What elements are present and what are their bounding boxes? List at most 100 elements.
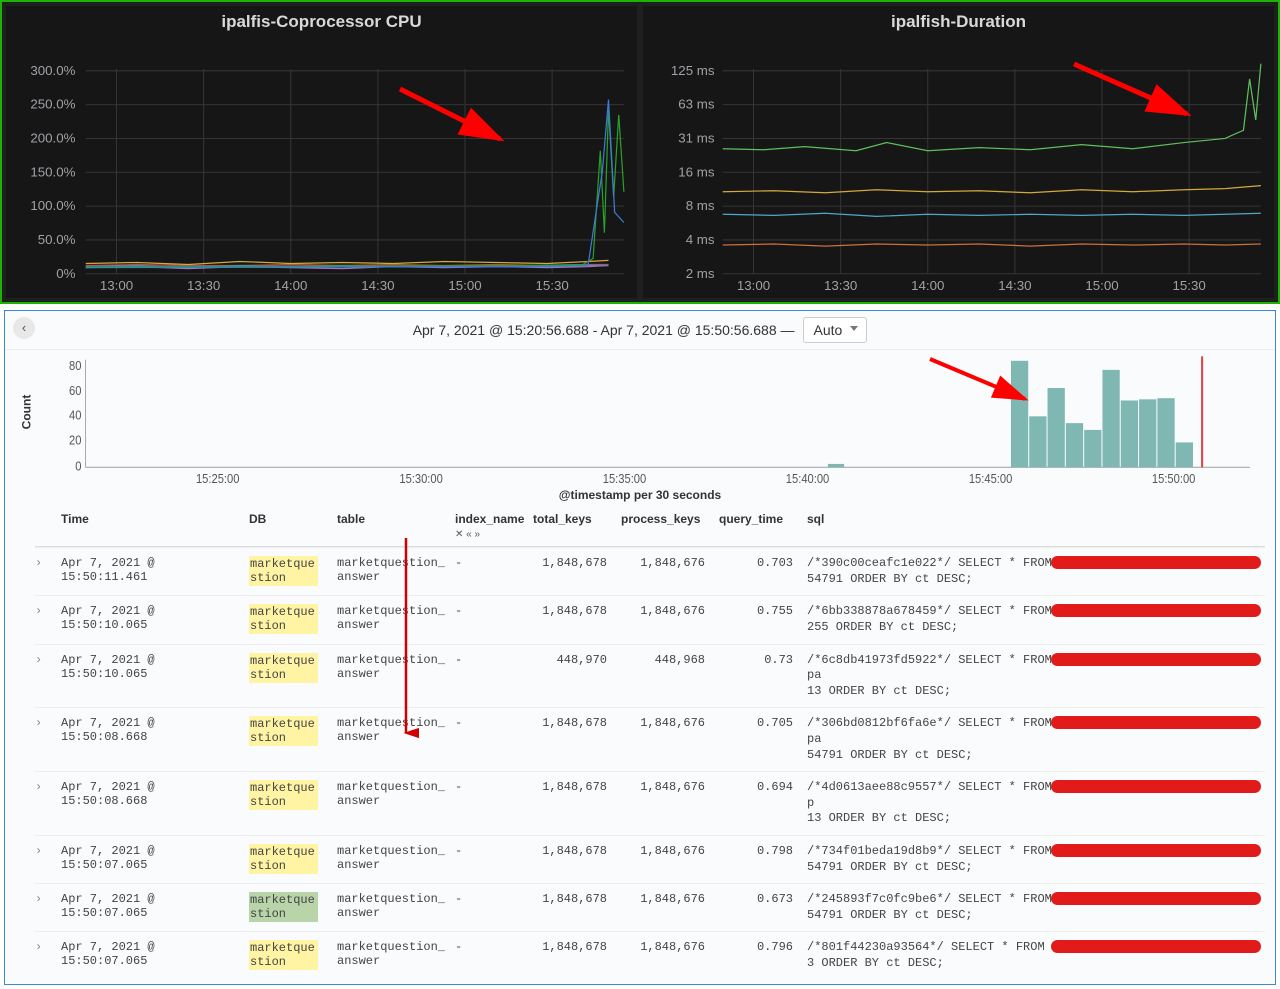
- histogram[interactable]: Count 0 20 40 60 80 15:25:00 15:30:00 15…: [5, 350, 1275, 490]
- cell-time: Apr 7, 2021 @ 15:50:08.668: [61, 780, 241, 808]
- svg-text:15:30: 15:30: [535, 278, 568, 293]
- svg-text:20: 20: [69, 433, 82, 448]
- expand-row-icon[interactable]: ›: [35, 892, 53, 906]
- grafana-panels: ipalfis-Coprocessor CPU 0% 50.0% 100.0% …: [0, 0, 1280, 304]
- redacted-icon: [1051, 892, 1261, 905]
- svg-text:250.0%: 250.0%: [30, 97, 75, 112]
- cell-process: 1,848,676: [621, 940, 711, 954]
- svg-text:0%: 0%: [56, 266, 75, 281]
- table-row[interactable]: › Apr 7, 2021 @ 15:50:10.065 marketquestio…: [35, 644, 1265, 708]
- cell-total: 448,970: [533, 653, 613, 667]
- cell-db: marketquestion: [249, 780, 329, 810]
- cell-table: marketquestion_answer: [337, 653, 447, 681]
- svg-text:40: 40: [69, 408, 82, 423]
- cell-process: 1,848,676: [621, 556, 711, 570]
- cell-process: 1,848,676: [621, 844, 711, 858]
- col-db[interactable]: DB: [249, 512, 329, 526]
- cell-table: marketquestion_answer: [337, 844, 447, 872]
- svg-text:13:30: 13:30: [187, 278, 220, 293]
- panel-cpu: ipalfis-Coprocessor CPU 0% 50.0% 100.0% …: [6, 6, 637, 298]
- expand-row-icon[interactable]: ›: [35, 844, 53, 858]
- redacted-icon: [1051, 604, 1261, 617]
- cell-table: marketquestion_answer: [337, 940, 447, 968]
- cell-qt: 0.673: [719, 892, 799, 906]
- col-total-keys[interactable]: total_keys: [533, 512, 613, 526]
- cell-process: 1,848,676: [621, 892, 711, 906]
- svg-text:15:50:00: 15:50:00: [1152, 472, 1196, 487]
- hist-bars: [1011, 361, 1193, 468]
- expand-row-icon[interactable]: ›: [35, 780, 53, 794]
- panel-duration-title: ipalfish-Duration: [651, 12, 1266, 32]
- cell-time: Apr 7, 2021 @ 15:50:10.065: [61, 653, 241, 681]
- cell-total: 1,848,678: [533, 716, 613, 730]
- cell-db: marketquestion: [249, 940, 329, 970]
- col-sql[interactable]: sql: [807, 512, 1265, 526]
- svg-text:60: 60: [69, 383, 82, 398]
- cell-index: -: [455, 653, 525, 667]
- svg-text:16 ms: 16 ms: [678, 164, 715, 179]
- table-row[interactable]: ›Apr 7, 2021 @ 15:50:10.065marketquestio…: [35, 595, 1265, 643]
- cell-table: marketquestion_answer: [337, 892, 447, 920]
- cell-table: marketquestion_answer: [337, 556, 447, 584]
- col-query-time[interactable]: query_time: [719, 512, 799, 526]
- expand-row-icon[interactable]: ›: [35, 604, 53, 618]
- cell-time: Apr 7, 2021 @ 15:50:07.065: [61, 940, 241, 968]
- cell-index: -: [455, 556, 525, 570]
- expand-row-icon[interactable]: ›: [35, 556, 53, 570]
- cell-process: 1,848,676: [621, 604, 711, 618]
- cell-total: 1,848,678: [533, 940, 613, 954]
- cell-sql: /*6bb338878a678459*/ SELECT * FROM marke…: [807, 604, 1265, 635]
- cell-qt: 0.798: [719, 844, 799, 858]
- interval-select[interactable]: Auto: [803, 317, 868, 343]
- cell-qt: 0.705: [719, 716, 799, 730]
- panel-cpu-plot[interactable]: 0% 50.0% 100.0% 150.0% 200.0% 250.0% 300…: [14, 38, 629, 294]
- col-time[interactable]: Time: [61, 512, 241, 526]
- col-process-keys[interactable]: process_keys: [621, 512, 711, 526]
- svg-text:14:00: 14:00: [911, 278, 944, 293]
- cell-sql: /*6c8db41973fd5922*/ SELECT * FROM marke…: [807, 653, 1265, 700]
- cell-qt: 0.694: [719, 780, 799, 794]
- panel-duration: ipalfish-Duration 2 ms 4 ms 8 ms 16 ms 3…: [643, 6, 1274, 298]
- svg-text:15:30: 15:30: [1172, 278, 1205, 293]
- table-row[interactable]: ›Apr 7, 2021 @ 15:50:11.461marketquestio…: [35, 547, 1265, 595]
- cell-sql: /*734f01beda19d8b9*/ SELECT * FROM marke…: [807, 844, 1265, 875]
- expand-row-icon[interactable]: ›: [35, 716, 53, 730]
- col-index-name[interactable]: index_name ✕ « »: [455, 512, 525, 540]
- kibana-topbar: Apr 7, 2021 @ 15:20:56.688 - Apr 7, 2021…: [5, 311, 1275, 350]
- cell-table: marketquestion_answer: [337, 604, 447, 632]
- panel-duration-plot[interactable]: 2 ms 4 ms 8 ms 16 ms 31 ms 63 ms 125 ms …: [651, 38, 1266, 294]
- svg-text:14:00: 14:00: [274, 278, 307, 293]
- kibana-panel: ‹ Apr 7, 2021 @ 15:20:56.688 - Apr 7, 20…: [4, 310, 1276, 984]
- cell-qt: 0.73: [719, 653, 799, 667]
- panel-cpu-title: ipalfis-Coprocessor CPU: [14, 12, 629, 32]
- cell-process: 448,968: [621, 653, 711, 667]
- table-row[interactable]: › Apr 7, 2021 @ 15:50:08.668 marketquestio…: [35, 771, 1265, 835]
- cell-total: 1,848,678: [533, 780, 613, 794]
- svg-text:0: 0: [75, 459, 82, 474]
- table-row[interactable]: ›Apr 7, 2021 @ 15:50:07.065marketquestio…: [35, 835, 1265, 883]
- redacted-icon: [1051, 556, 1261, 569]
- cell-index: -: [455, 604, 525, 618]
- cell-sql: /*801f44230a93564*/ SELECT * FROM market…: [807, 940, 1265, 971]
- svg-text:13:00: 13:00: [737, 278, 770, 293]
- svg-text:2 ms: 2 ms: [686, 266, 715, 281]
- svg-text:50.0%: 50.0%: [38, 232, 76, 247]
- table-row[interactable]: ›Apr 7, 2021 @ 15:50:08.668marketquestio…: [35, 707, 1265, 771]
- cell-time: Apr 7, 2021 @ 15:50:08.668: [61, 716, 241, 744]
- expand-row-icon[interactable]: ›: [35, 653, 53, 667]
- table-row[interactable]: ›Apr 7, 2021 @ 15:50:07.065marketquestio…: [35, 883, 1265, 931]
- col-table[interactable]: table: [337, 512, 447, 526]
- svg-text:15:45:00: 15:45:00: [969, 472, 1013, 487]
- svg-text:13:30: 13:30: [824, 278, 857, 293]
- table-row[interactable]: › Apr 7, 2021 @ 15:50:07.065 marketquestio…: [35, 931, 1265, 979]
- redacted-icon: [1051, 780, 1261, 793]
- expand-row-icon[interactable]: ›: [35, 940, 53, 954]
- svg-text:15:35:00: 15:35:00: [603, 472, 647, 487]
- svg-text:15:00: 15:00: [1085, 278, 1118, 293]
- cell-db: marketquestion: [249, 556, 329, 586]
- svg-text:31 ms: 31 ms: [678, 131, 715, 146]
- cell-total: 1,848,678: [533, 892, 613, 906]
- hist-ylabel: Count: [19, 395, 33, 430]
- redacted-icon: [1051, 844, 1261, 857]
- cell-sql: /*306bd0812bf6fa6e*/ SELECT * FROM marke…: [807, 716, 1265, 763]
